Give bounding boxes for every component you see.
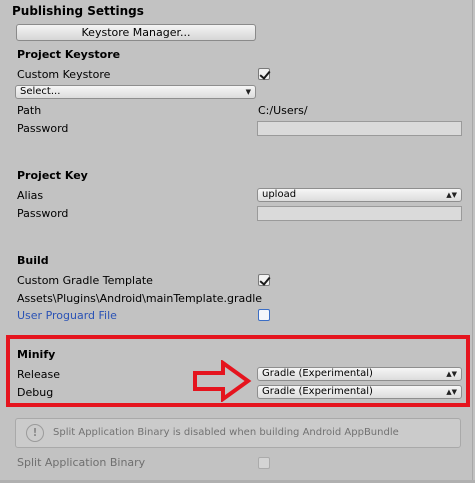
user-proguard-file-label[interactable]: User Proguard File: [17, 309, 117, 322]
project-keystore-title: Project Keystore: [17, 48, 121, 61]
panel-edge-divider: [472, 0, 473, 483]
alias-dropdown[interactable]: upload ▲▼: [257, 188, 462, 202]
split-binary-help-box: ! Split Application Binary is disabled w…: [15, 418, 461, 448]
custom-keystore-label: Custom Keystore: [17, 68, 111, 81]
minify-release-label: Release: [17, 368, 60, 381]
build-title: Build: [17, 254, 49, 267]
keystore-manager-button[interactable]: Keystore Manager...: [16, 24, 256, 41]
keystore-path-label: Path: [17, 104, 42, 117]
keystore-select-value: Select...: [20, 86, 61, 97]
dropdown-updown-icon: ▲▼: [446, 370, 457, 378]
minify-release-dropdown[interactable]: Gradle (Experimental) ▲▼: [257, 367, 462, 381]
right-arrow-icon: [193, 360, 252, 402]
custom-gradle-template-label: Custom Gradle Template: [17, 274, 153, 287]
minify-debug-dropdown[interactable]: Gradle (Experimental) ▲▼: [257, 385, 462, 399]
dropdown-arrow-icon: ▼: [245, 88, 251, 96]
user-proguard-file-checkbox[interactable]: [258, 309, 270, 321]
keystore-password-field[interactable]: [257, 121, 462, 136]
split-binary-help-text: Split Application Binary is disabled whe…: [53, 427, 399, 438]
custom-keystore-checkbox[interactable]: [258, 68, 270, 80]
keystore-select-dropdown[interactable]: Select... ▼: [15, 85, 256, 99]
minify-release-value: Gradle (Experimental): [262, 368, 373, 379]
dropdown-updown-icon: ▲▼: [446, 388, 457, 396]
minify-title: Minify: [17, 348, 56, 361]
key-password-label: Password: [17, 207, 69, 220]
key-password-field[interactable]: [257, 206, 462, 221]
minify-debug-label: Debug: [17, 386, 54, 399]
custom-gradle-template-checkbox[interactable]: [258, 274, 270, 286]
minify-debug-value: Gradle (Experimental): [262, 386, 373, 397]
project-key-title: Project Key: [17, 169, 88, 182]
publishing-settings-panel: Publishing Settings Keystore Manager... …: [0, 0, 475, 483]
keystore-password-label: Password: [17, 122, 69, 135]
publishing-settings-title: Publishing Settings: [12, 4, 144, 18]
info-icon: !: [26, 424, 44, 442]
alias-value: upload: [262, 189, 297, 200]
split-binary-checkbox[interactable]: [258, 457, 270, 469]
keystore-path-value: C:/Users/: [258, 104, 308, 117]
dropdown-updown-icon: ▲▼: [446, 191, 457, 199]
alias-label: Alias: [17, 189, 44, 202]
split-binary-label: Split Application Binary: [17, 456, 146, 469]
gradle-template-path: Assets\Plugins\Android\mainTemplate.grad…: [17, 292, 263, 305]
